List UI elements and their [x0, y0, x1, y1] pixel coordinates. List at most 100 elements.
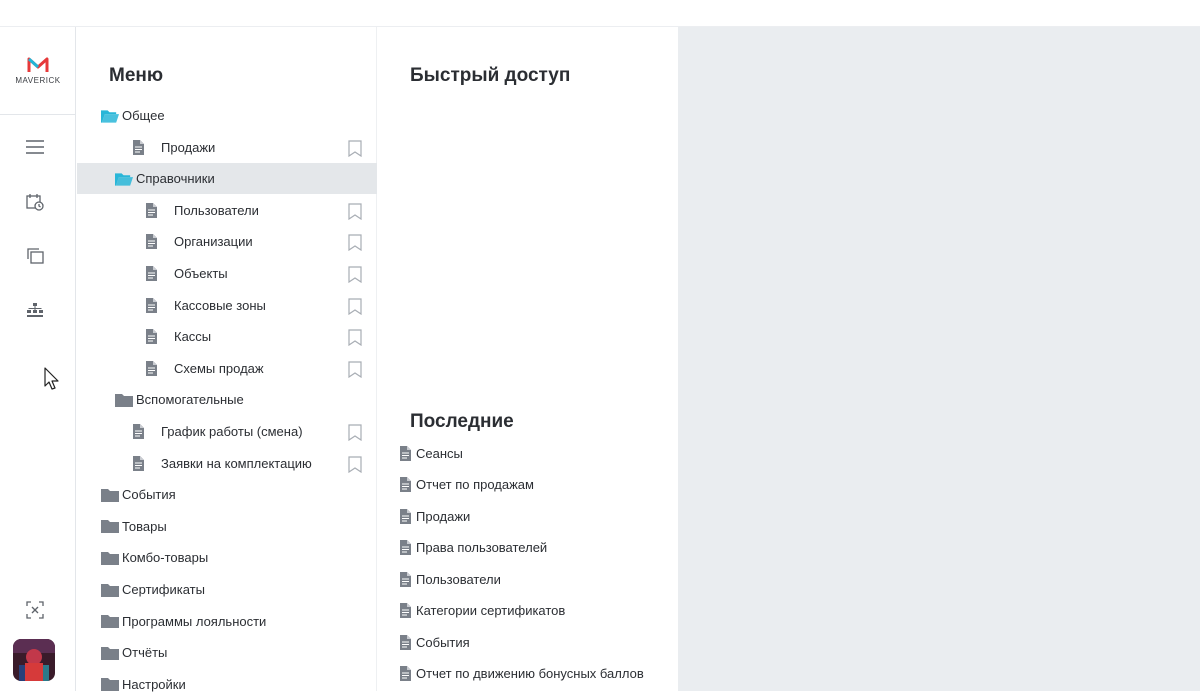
menu-item[interactable]: Кассы — [77, 321, 377, 352]
document-icon — [399, 571, 411, 587]
menu-item[interactable]: Организации — [77, 226, 377, 257]
menu-folder[interactable]: Комбо-товары — [77, 542, 377, 573]
menu-folder[interactable]: Сертификаты — [77, 574, 377, 605]
recent-item[interactable]: Права пользователей — [399, 537, 547, 559]
bookmark-icon[interactable] — [348, 234, 362, 252]
quick-access-title: Быстрый доступ — [410, 65, 571, 86]
menu-item-label: Программы лояльности — [122, 613, 267, 629]
menu-item-label: Схемы продаж — [174, 360, 264, 376]
bookmark-icon[interactable] — [348, 329, 362, 347]
menu-item-label: Отчёты — [122, 645, 168, 661]
menu-item-label: Объекты — [174, 266, 228, 281]
menu-item-label: Вспомогательные — [136, 392, 244, 408]
menu-folder[interactable]: Товары — [77, 511, 377, 542]
document-icon — [142, 329, 160, 345]
document-icon — [129, 455, 147, 471]
recent-item[interactable]: Пользователи — [399, 568, 501, 590]
document-icon — [399, 477, 411, 492]
recent-item-label: Продажи — [416, 508, 471, 524]
menu-item-label: Продажи — [161, 139, 216, 155]
document-icon — [142, 266, 160, 282]
menu-item-label: Комбо-товары — [122, 550, 209, 566]
recent-item[interactable]: Категории сертификатов — [399, 600, 565, 622]
menu-item[interactable]: График работы (смена) — [77, 416, 377, 447]
document-icon — [142, 234, 160, 250]
document-icon — [142, 297, 160, 313]
document-icon — [129, 139, 147, 155]
menu-item-label: Настройки — [122, 676, 186, 692]
menu-item[interactable]: Объекты — [77, 258, 377, 289]
menu-item-label: Справочники — [136, 171, 215, 187]
document-icon — [142, 360, 160, 376]
document-icon — [399, 508, 411, 524]
menu-folder[interactable]: Программы лояльности — [77, 606, 377, 637]
document-icon — [142, 202, 160, 218]
folder-icon — [101, 487, 119, 503]
document-icon — [399, 634, 411, 650]
menu-item-label: Пользователи — [174, 202, 259, 218]
recent-item[interactable]: Сеансы — [399, 442, 463, 464]
document-icon — [399, 540, 411, 555]
recent-item[interactable]: Продажи — [399, 505, 470, 527]
menu-folder[interactable]: События — [77, 479, 377, 510]
recent-item[interactable]: Отчет по продажам — [399, 474, 534, 496]
copy-windows-icon[interactable] — [22, 243, 48, 269]
logo-text: MAVERICK — [15, 76, 61, 85]
recent-item-label: Сеансы — [416, 445, 463, 461]
recent-item[interactable]: Отчет по движению бонусных баллов — [399, 663, 644, 685]
folder-open-icon — [115, 171, 133, 187]
hamburger-menu-icon[interactable] — [22, 134, 48, 160]
close-panels-icon[interactable] — [22, 597, 48, 623]
menu-folder[interactable]: Общее — [77, 100, 377, 131]
menu-item-label: Организации — [174, 234, 253, 250]
left-rail: MAVERICK — [0, 27, 76, 691]
folder-icon — [101, 582, 119, 598]
bookmark-icon[interactable] — [348, 139, 362, 157]
recent-item-label: Права пользователей — [416, 540, 548, 555]
menu-item[interactable]: Схемы продаж — [77, 353, 377, 384]
folder-icon — [101, 645, 119, 661]
document-icon — [129, 424, 147, 440]
menu-item-label: Кассы — [174, 329, 212, 345]
menu-item[interactable]: Продажи — [77, 132, 377, 163]
menu-item[interactable]: Заявки на комплектацию — [77, 448, 377, 479]
recent-item-label: Отчет по движению бонусных баллов — [416, 666, 644, 681]
content-area — [678, 27, 1200, 691]
menu-item-label: Товары — [122, 518, 167, 534]
folder-icon — [101, 676, 119, 692]
menu-item[interactable]: Кассовые зоны — [77, 290, 377, 321]
menu-item[interactable]: Пользователи — [77, 195, 377, 226]
menu-item-label: Общее — [122, 108, 165, 123]
bookmark-icon[interactable] — [348, 266, 362, 284]
menu-folder[interactable]: Справочники — [77, 163, 377, 195]
folder-icon — [115, 392, 133, 408]
folder-icon — [101, 518, 119, 534]
menu-folder[interactable]: Отчёты — [77, 637, 377, 668]
hierarchy-icon[interactable] — [22, 297, 48, 323]
menu-folder[interactable]: Настройки — [77, 669, 377, 700]
document-icon — [399, 445, 411, 461]
bookmark-icon[interactable] — [348, 203, 362, 220]
folder-open-icon — [101, 108, 119, 124]
menu-item-label: Заявки на комплектацию — [161, 455, 312, 471]
bookmark-icon[interactable] — [348, 455, 362, 473]
recent-item-label: События — [416, 634, 470, 650]
menu-folder[interactable]: Вспомогательные — [77, 384, 377, 415]
folder-icon — [101, 550, 119, 566]
recent-item[interactable]: События — [399, 631, 470, 653]
folder-icon — [101, 613, 119, 629]
menu-item-label: События — [122, 487, 176, 503]
top-bar — [0, 0, 1200, 27]
calendar-clock-icon[interactable] — [22, 189, 48, 215]
bookmark-icon[interactable] — [348, 424, 362, 442]
recent-item-label: Пользователи — [416, 571, 501, 587]
recent-item-label: Отчет по продажам — [416, 477, 534, 492]
bookmark-icon[interactable] — [348, 297, 362, 315]
menu-item-label: Кассовые зоны — [174, 297, 266, 313]
bookmark-icon[interactable] — [348, 361, 362, 378]
mouse-cursor — [44, 367, 59, 390]
recent-title: Последние — [410, 411, 514, 432]
avatar[interactable] — [13, 639, 55, 681]
document-icon — [399, 603, 411, 618]
logo[interactable]: MAVERICK — [0, 27, 76, 115]
